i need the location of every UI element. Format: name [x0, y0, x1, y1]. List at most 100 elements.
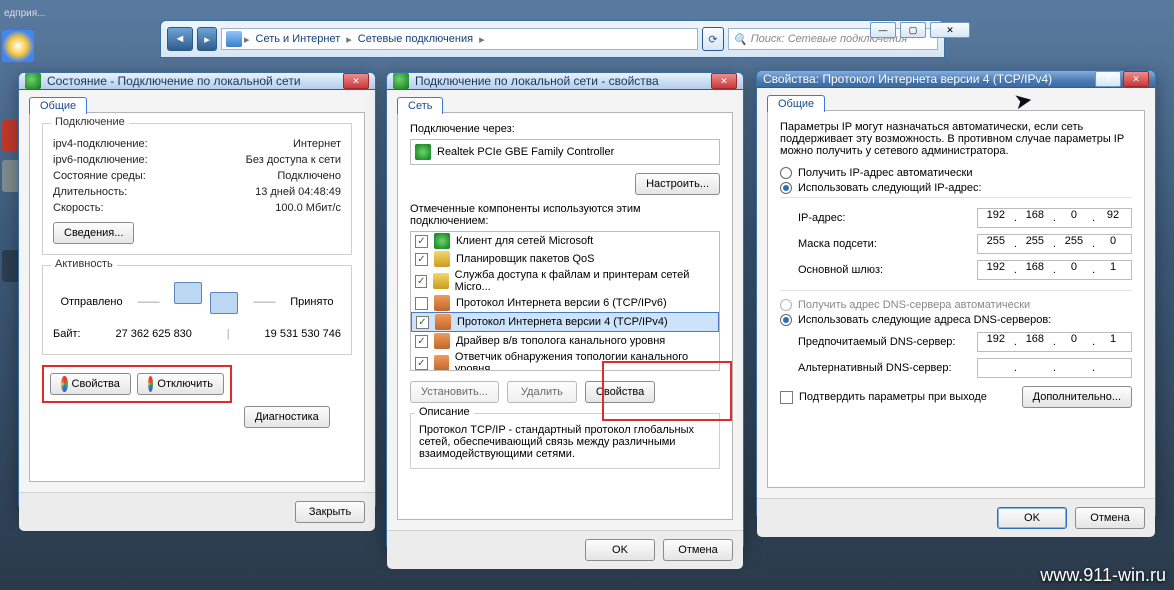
list-item[interactable]: Служба доступа к файлам и принтерам сете…	[411, 268, 719, 294]
checkbox[interactable]	[415, 357, 428, 370]
fileshare-icon	[433, 273, 448, 289]
close-dialog-button[interactable]: Закрыть	[295, 501, 365, 523]
watermark: www.911-win.ru	[1040, 565, 1166, 586]
dns1-input[interactable]: 192.168.0.1	[977, 332, 1132, 352]
ipv4-title: Свойства: Протокол Интернета версии 4 (T…	[763, 72, 1095, 86]
confirm-checkbox[interactable]	[780, 391, 793, 404]
ipv4-label: ipv4-подключение:	[53, 138, 148, 150]
item-properties-button[interactable]: Свойства	[585, 381, 655, 403]
radio-manual-ip[interactable]: Использовать следующий IP-адрес:	[780, 182, 1132, 194]
connect-via-label: Подключение через:	[410, 123, 720, 135]
protocol-icon	[435, 314, 451, 330]
diagnostics-button[interactable]: Диагностика	[244, 406, 330, 428]
bytes-recv: 19 531 530 746	[265, 328, 341, 340]
driver-icon	[434, 333, 450, 349]
qos-icon	[434, 251, 450, 267]
help-button[interactable]: ?	[1095, 71, 1121, 87]
ipv4-titlebar[interactable]: Свойства: Протокол Интернета версии 4 (T…	[757, 71, 1155, 88]
recv-label: Принято	[290, 296, 333, 308]
list-item-ipv4[interactable]: Протокол Интернета версии 4 (TCP/IPv4)	[411, 312, 719, 332]
crumb-2[interactable]: Сетевые подключения	[354, 33, 477, 45]
radio-manual-dns[interactable]: Использовать следующие адреса DNS-сервер…	[780, 314, 1132, 326]
radio-auto-dns: Получить адрес DNS-сервера автоматически	[780, 299, 1132, 311]
chrome-icon[interactable]	[2, 30, 34, 62]
connection-properties-dialog: Подключение по локальной сети - свойства…	[386, 72, 744, 550]
close-button[interactable]: ✕	[711, 73, 737, 89]
uninstall-button[interactable]: Удалить	[507, 381, 577, 403]
protocol-icon	[434, 295, 450, 311]
explorer-minimize-button[interactable]: —	[870, 22, 896, 38]
env-value: Подключено	[277, 170, 341, 182]
install-button[interactable]: Установить...	[410, 381, 499, 403]
cancel-button[interactable]: Отмена	[1075, 507, 1145, 529]
sent-label: Отправлено	[60, 296, 122, 308]
dns2-label: Альтернативный DNS-сервер:	[798, 362, 952, 374]
dns2-input[interactable]: ...	[977, 358, 1132, 378]
tab-general[interactable]: Общие	[29, 97, 87, 114]
bytes-sent: 27 362 625 830	[115, 328, 191, 340]
details-button[interactable]: Сведения...	[53, 222, 134, 244]
monitors-icon	[174, 282, 238, 322]
ip-address-input[interactable]: 192.168.0.92	[977, 208, 1132, 228]
env-label: Состояние среды:	[53, 170, 146, 182]
subnet-mask-input[interactable]: 255.255.255.0	[977, 234, 1132, 254]
ipv4-value: Интернет	[293, 138, 341, 150]
list-item-label: Драйвер в/в тополога канального уровня	[456, 335, 665, 347]
taskbar-label: едприя...	[4, 8, 46, 19]
tab-general[interactable]: Общие	[767, 95, 825, 112]
checkbox[interactable]	[415, 297, 428, 310]
checkbox[interactable]	[415, 253, 428, 266]
shield-icon	[61, 376, 68, 392]
cancel-button[interactable]: Отмена	[663, 539, 733, 561]
spd-value: 100.0 Мбит/c	[275, 202, 341, 214]
radio-auto-ip[interactable]: Получить IP-адрес автоматически	[780, 167, 1132, 179]
list-item-label: Служба доступа к файлам и принтерам сете…	[455, 269, 715, 293]
list-item[interactable]: Протокол Интернета версии 6 (TCP/IPv6)	[411, 294, 719, 312]
explorer-close-button[interactable]: ✕	[930, 22, 970, 38]
status-titlebar[interactable]: Состояние - Подключение по локальной сет…	[19, 73, 375, 90]
checkbox[interactable]	[415, 335, 428, 348]
crumb-1[interactable]: Сеть и Интернет	[252, 33, 345, 45]
explorer-window: ◄ ▸ ▸ Сеть и Интернет ▸ Сетевые подключе…	[160, 20, 945, 58]
list-item[interactable]: Клиент для сетей Microsoft	[411, 232, 719, 250]
bytes-label: Байт:	[53, 328, 81, 340]
close-button[interactable]: ✕	[1123, 71, 1149, 87]
props-titlebar[interactable]: Подключение по локальной сети - свойства…	[387, 73, 743, 90]
components-label: Отмеченные компоненты используются этим …	[410, 203, 720, 227]
refresh-button[interactable]: ⟳	[702, 27, 724, 51]
network-icon	[393, 73, 409, 89]
gateway-label: Основной шлюз:	[798, 264, 883, 276]
network-icon	[226, 31, 242, 47]
disable-button[interactable]: Отключить	[137, 373, 224, 395]
breadcrumb[interactable]: ▸ Сеть и Интернет ▸ Сетевые подключения …	[221, 28, 698, 50]
confirm-label: Подтвердить параметры при выходе	[799, 391, 987, 403]
adapter-icon	[415, 144, 431, 160]
dur-value: 13 дней 04:48:49	[255, 186, 341, 198]
components-list[interactable]: Клиент для сетей Microsoft Планировщик п…	[410, 231, 720, 371]
list-item[interactable]: Драйвер в/в тополога канального уровня	[411, 332, 719, 350]
radio-label: Получить IP-адрес автоматически	[798, 167, 972, 179]
checkbox[interactable]	[415, 235, 428, 248]
shield-icon	[148, 376, 154, 392]
list-item-label: Протокол Интернета версии 6 (TCP/IPv6)	[456, 297, 667, 309]
gateway-input[interactable]: 192.168.0.1	[977, 260, 1132, 280]
explorer-maximize-button[interactable]: ▢	[900, 22, 926, 38]
close-button[interactable]: ✕	[343, 73, 369, 89]
radio-label: Использовать следующие адреса DNS-сервер…	[798, 314, 1051, 326]
ipv4-intro-text: Параметры IP могут назначаться автоматич…	[780, 121, 1132, 157]
nav-back-button[interactable]: ◄	[167, 27, 193, 51]
ok-button[interactable]: OK	[997, 507, 1067, 529]
list-item[interactable]: Ответчик обнаружения топологии канальног…	[411, 350, 719, 371]
adapter-name: Realtek PCIe GBE Family Controller	[437, 146, 614, 158]
checkbox[interactable]	[416, 316, 429, 329]
ok-button[interactable]: OK	[585, 539, 655, 561]
tab-network[interactable]: Сеть	[397, 97, 443, 114]
checkbox[interactable]	[415, 275, 427, 288]
configure-button[interactable]: Настроить...	[635, 173, 720, 195]
advanced-button[interactable]: Дополнительно...	[1022, 386, 1132, 408]
group-connection-title: Подключение	[51, 116, 129, 128]
properties-button[interactable]: Свойства	[50, 373, 131, 395]
nav-fwd-button[interactable]: ▸	[197, 27, 217, 51]
dns1-label: Предпочитаемый DNS-сервер:	[798, 336, 955, 348]
list-item[interactable]: Планировщик пакетов QoS	[411, 250, 719, 268]
